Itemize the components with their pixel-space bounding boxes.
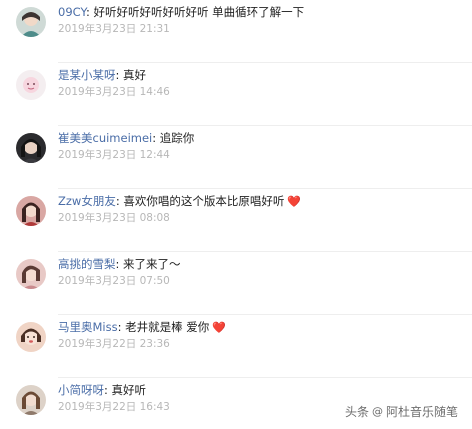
avatar[interactable]: [16, 7, 46, 37]
avatar[interactable]: [16, 70, 46, 100]
comment-separator: :: [115, 194, 120, 208]
comment-username[interactable]: 高挑的雪梨: [58, 257, 116, 271]
comment-line: 崔美美cuimeimei: 追踪你: [58, 130, 194, 146]
comment-separator: :: [85, 5, 90, 19]
comment-item: Zzw女朋友: 喜欢你唱的这个版本比原唱好听 ❤️ 2019年3月23日 08:0…: [0, 189, 472, 252]
comment-line: 09CY: 好听好听好听好听好听 单曲循环了解一下: [58, 4, 304, 20]
comment-text: 追踪你: [159, 131, 195, 145]
heart-icon: ❤️: [287, 195, 302, 208]
comment-separator: :: [115, 257, 120, 271]
comment-username[interactable]: 马里奥Miss: [58, 320, 118, 334]
comment-separator: :: [117, 320, 122, 334]
comment-username[interactable]: Zzw女朋友: [58, 194, 116, 208]
avatar[interactable]: [16, 133, 46, 163]
comment-list-page: 09CY: 好听好听好听好听好听 单曲循环了解一下 2019年3月23日 21:…: [0, 0, 472, 429]
comment-username[interactable]: 崔美美cuimeimei: [58, 131, 152, 145]
avatar[interactable]: [16, 385, 46, 415]
comment-text: 真好: [123, 68, 147, 82]
comment-text: 真好听: [111, 383, 147, 397]
comment-text: 老井就是棒 爱你: [125, 320, 210, 334]
comment-separator: :: [104, 383, 108, 397]
avatar[interactable]: [16, 196, 46, 226]
comment-item: 崔美美cuimeimei: 追踪你 2019年3月23日 12:44: [0, 126, 472, 189]
comment-line: 高挑的雪梨: 来了来了～: [58, 256, 181, 272]
comment-line: 马里奥Miss: 老井就是棒 爱你 ❤️: [58, 319, 226, 336]
at-icon: @: [371, 405, 383, 418]
watermark-author: 阿杜音乐随笔: [385, 405, 458, 419]
comment-username[interactable]: 是某小某呀: [58, 68, 116, 82]
comment-text: 好听好听好听好听好听 单曲循环了解一下: [93, 5, 305, 19]
comment-item: 高挑的雪梨: 来了来了～ 2019年3月23日 07:50: [0, 252, 472, 315]
comment-time: 2019年3月23日 07:50: [58, 275, 170, 287]
comment-time: 2019年3月23日 14:46: [58, 86, 170, 98]
comment-item: 09CY: 好听好听好听好听好听 单曲循环了解一下 2019年3月23日 21:…: [0, 0, 472, 63]
comment-line: 小简呀呀: 真好听: [58, 382, 146, 398]
watermark-prefix: 头条: [344, 405, 369, 419]
comment-line: Zzw女朋友: 喜欢你唱的这个版本比原唱好听 ❤️: [58, 193, 301, 210]
comment-item: 是某小某呀: 真好 2019年3月23日 14:46: [0, 63, 472, 126]
comment-separator: :: [115, 68, 120, 82]
comment-item: 马里奥Miss: 老井就是棒 爱你 ❤️ 2019年3月22日 23:36: [0, 315, 472, 378]
comment-username[interactable]: 09CY: [58, 5, 86, 19]
comment-time: 2019年3月23日 08:08: [58, 212, 170, 224]
avatar[interactable]: [16, 322, 46, 352]
comment-text: 喜欢你唱的这个版本比原唱好听: [123, 194, 285, 208]
comment-time: 2019年3月23日 21:31: [58, 23, 170, 35]
comment-time: 2019年3月22日 23:36: [58, 338, 170, 350]
watermark: 头条 @ 阿杜音乐随笔: [345, 403, 458, 420]
heart-icon: ❤️: [212, 321, 226, 334]
comment-username[interactable]: 小简呀呀: [58, 383, 104, 397]
comment-line: 是某小某呀: 真好: [58, 67, 146, 83]
comment-text: 来了来了～: [123, 257, 181, 271]
comment-time: 2019年3月22日 16:43: [58, 401, 170, 413]
comment-time: 2019年3月23日 12:44: [58, 149, 170, 161]
avatar[interactable]: [16, 259, 46, 289]
comment-separator: :: [152, 131, 157, 145]
